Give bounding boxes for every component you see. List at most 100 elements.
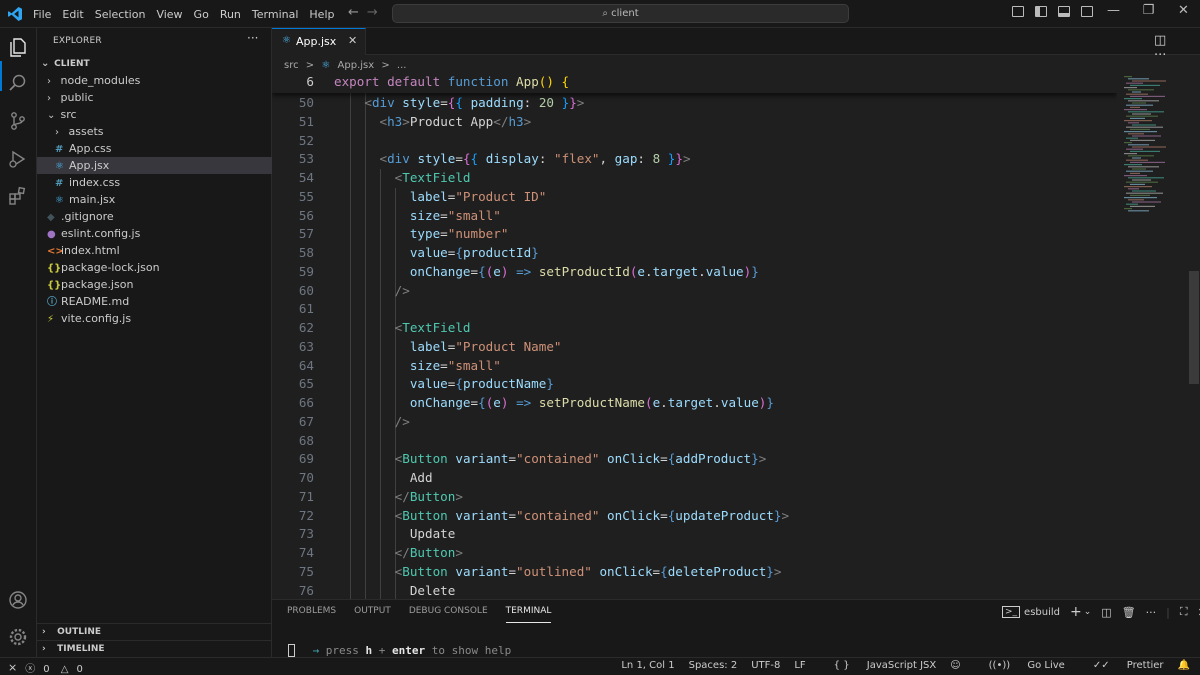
accounts-icon[interactable]: [7, 589, 29, 611]
code-token: .: [660, 395, 668, 410]
problems-indicator[interactable]: ⓧ 0 △ 0: [25, 660, 91, 675]
sticky-scroll-line[interactable]: 6 export default function App() {: [272, 74, 1117, 93]
menu-edit[interactable]: Edit: [62, 8, 83, 21]
go-live[interactable]: ((•)) Go Live: [975, 660, 1065, 671]
code-editor[interactable]: 6 export default function App() { 50 <div…: [272, 74, 1117, 599]
code-line: 73 Update: [272, 524, 1117, 543]
split-editor-icon[interactable]: ◫: [1154, 33, 1166, 48]
close-tab-icon[interactable]: ✕: [348, 34, 357, 47]
run-debug-icon[interactable]: [7, 148, 29, 170]
tree-item[interactable]: › public: [37, 89, 272, 106]
workspace-root[interactable]: ⌄ CLIENT: [37, 55, 272, 72]
maximize-panel-icon[interactable]: ⛶: [1180, 605, 1188, 619]
menu-terminal[interactable]: Terminal: [252, 8, 299, 21]
code-token: productName: [462, 376, 547, 392]
explorer-icon[interactable]: [7, 36, 29, 58]
encoding[interactable]: UTF-8: [751, 660, 780, 671]
more-actions-icon[interactable]: ···: [247, 31, 258, 45]
close-window-icon[interactable]: ✕: [1166, 3, 1200, 18]
trash-icon[interactable]: 🗑: [1122, 606, 1136, 619]
tree-item[interactable]: {}package-lock.json: [37, 259, 272, 276]
source-control-icon[interactable]: [7, 110, 29, 132]
split-terminal-icon[interactable]: ◫: [1101, 606, 1111, 619]
tree-item[interactable]: ⌄ src: [37, 106, 272, 123]
terminal-name[interactable]: esbuild: [1024, 607, 1060, 618]
settings-gear-icon[interactable]: [7, 626, 29, 648]
cursor-position[interactable]: Ln 1, Col 1: [621, 660, 674, 671]
minimap-line: [1128, 155, 1154, 157]
code-token: size: [409, 357, 441, 373]
tree-item[interactable]: ⚛ App.jsx: [37, 157, 272, 174]
breadcrumb-symbol[interactable]: ...: [397, 60, 407, 71]
menu-file[interactable]: File: [33, 8, 51, 21]
prettier[interactable]: ✓✓ Prettier: [1079, 660, 1164, 671]
status-bar: ⨯ ⓧ 0 △ 0 Ln 1, Col 1 Spaces: 2 UTF-8 LF {…: [0, 657, 1200, 675]
timeline-section[interactable]: › TIMELINE: [37, 640, 272, 657]
tab-problems[interactable]: PROBLEMS: [287, 606, 336, 623]
search-view-icon[interactable]: [7, 72, 29, 94]
menu-go[interactable]: Go: [194, 8, 209, 21]
outline-section[interactable]: › OUTLINE: [37, 623, 272, 640]
menu-help[interactable]: Help: [309, 8, 334, 21]
menu-view[interactable]: View: [156, 8, 182, 21]
toggle-secondary-sidebar-icon[interactable]: [1081, 6, 1093, 17]
more-actions-icon[interactable]: ···: [1154, 48, 1166, 63]
tree-item[interactable]: ● eslint.config.js: [37, 225, 272, 242]
code-token: (: [644, 395, 653, 410]
copilot-icon[interactable]: ☺: [950, 660, 960, 671]
tree-item[interactable]: # index.css: [37, 174, 272, 191]
tab-output[interactable]: OUTPUT: [354, 606, 391, 623]
tree-item[interactable]: {}package.json: [37, 276, 272, 293]
tree-item[interactable]: › assets: [37, 123, 272, 140]
toggle-panel-icon[interactable]: [1058, 6, 1070, 17]
scrollbar-thumb[interactable]: [1189, 271, 1199, 384]
breadcrumb-folder[interactable]: src: [284, 60, 299, 71]
extensions-icon[interactable]: [7, 185, 29, 207]
minimap[interactable]: [1120, 74, 1188, 599]
minimap-line: [1126, 115, 1158, 117]
code-token: e: [493, 263, 501, 279]
terminal-text: +: [372, 644, 392, 657]
tree-item[interactable]: # App.css: [37, 140, 272, 157]
tab-app-jsx[interactable]: ⚛ App.jsx ✕: [272, 28, 366, 55]
tree-item-label: node_modules: [60, 74, 141, 87]
back-arrow-icon[interactable]: ←: [348, 5, 359, 20]
breadcrumb-file[interactable]: App.jsx: [338, 60, 375, 71]
end-of-line[interactable]: LF: [794, 660, 805, 671]
remote-icon[interactable]: ⨯: [8, 661, 17, 674]
tree-item[interactable]: ⓘ README.md: [37, 293, 272, 310]
minimap-line: [1130, 172, 1140, 174]
tree-item[interactable]: ⚡ vite.config.js: [37, 310, 272, 327]
menu-run[interactable]: Run: [220, 8, 241, 21]
tree-item-label: main.jsx: [69, 193, 116, 206]
menu-selection[interactable]: Selection: [95, 8, 146, 21]
notifications-bell-icon[interactable]: 🔔: [1178, 660, 1190, 671]
minimize-icon[interactable]: —: [1096, 3, 1131, 18]
customize-layout-icon[interactable]: [1012, 6, 1024, 17]
code-token: "small": [447, 207, 501, 223]
toggle-sidebar-icon[interactable]: [1035, 6, 1047, 17]
tree-item[interactable]: ◆ .gitignore: [37, 208, 272, 225]
code-line: 69 <Button variant="contained" onClick={…: [272, 449, 1117, 468]
code-token: }: [766, 395, 774, 410]
tab-debug-console[interactable]: DEBUG CONSOLE: [409, 606, 488, 623]
tree-item[interactable]: <>index.html: [37, 242, 272, 259]
forward-arrow-icon[interactable]: →: [367, 5, 378, 20]
tab-terminal[interactable]: TERMINAL: [505, 606, 552, 623]
code-token: </: [493, 113, 509, 129]
new-terminal-icon[interactable]: +: [1070, 604, 1082, 620]
tree-item[interactable]: ⚛ main.jsx: [37, 191, 272, 208]
restore-icon[interactable]: ❐: [1131, 3, 1166, 18]
language-mode[interactable]: { } JavaScript JSX: [820, 660, 937, 671]
code-token: size: [409, 207, 441, 223]
vertical-scrollbar[interactable]: [1188, 74, 1200, 599]
more-actions-icon[interactable]: ···: [1146, 606, 1157, 619]
code-token: =: [440, 95, 448, 110]
command-center-search[interactable]: ⌕ client: [392, 4, 849, 23]
code-token: }: [531, 245, 539, 260]
tree-item[interactable]: › node_modules: [37, 72, 272, 89]
line-number: 61: [298, 301, 314, 317]
indentation[interactable]: Spaces: 2: [689, 660, 738, 671]
chevron-down-icon[interactable]: ⌄: [1084, 607, 1092, 617]
